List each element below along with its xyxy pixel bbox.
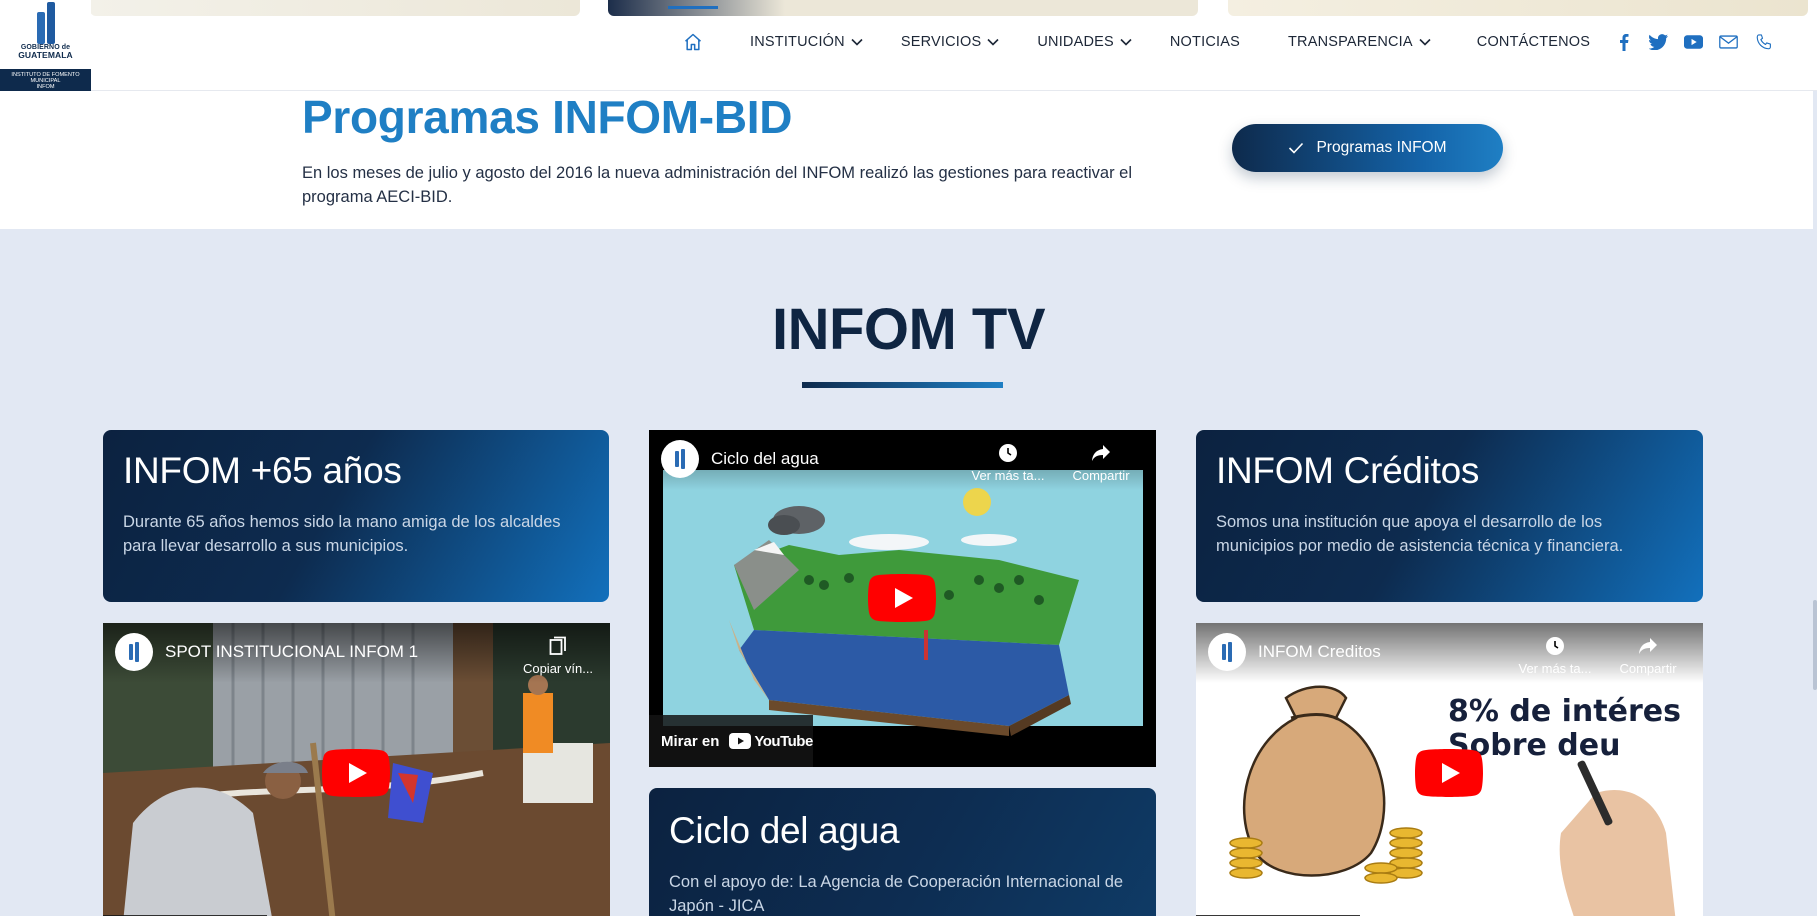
nav-item-label: TRANSPARENCIA [1287, 34, 1413, 50]
programs-infom-button[interactable]: Programas INFOM [1232, 124, 1503, 172]
site-header: GOBIERNO de GUATEMALA INSTITUTO DE FOMEN… [0, 0, 1817, 91]
overlay-line-1: 8% de intéres [1448, 694, 1681, 729]
programs-description: En los meses de julio y agosto del 2016 … [302, 164, 1133, 206]
card-text: Durante 65 años hemos sido la mano amiga… [123, 513, 561, 555]
watch-later-button[interactable]: Ver más ta... [1515, 635, 1595, 676]
mail-icon[interactable] [1711, 30, 1746, 54]
watch-later-button[interactable]: Ver más ta... [968, 442, 1048, 483]
chevron-down-icon [1120, 38, 1132, 46]
nav-item-label: NOTICIAS [1169, 34, 1240, 50]
scrollbar-thumb[interactable] [1813, 600, 1817, 690]
logo-line-2: GUATEMALA [18, 50, 73, 60]
clock-icon [1515, 635, 1595, 657]
logo-band: INSTITUTO DE FOMENTO MUNICIPAL INFOM [0, 69, 91, 91]
play-button-icon[interactable] [1415, 749, 1483, 797]
nav-item-label: UNIDADES [1037, 34, 1114, 50]
page-scrollbar[interactable] [1813, 0, 1817, 916]
check-icon [1288, 142, 1304, 154]
twitter-icon[interactable] [1641, 30, 1676, 54]
play-button-icon[interactable] [868, 574, 936, 622]
phone-icon[interactable] [1746, 30, 1781, 54]
copy-link-label: Copiar vín... [522, 661, 594, 676]
card-infom-65: INFOM +65 años Durante 65 años hemos sid… [103, 430, 609, 602]
watch-on-label: Mirar en [661, 732, 720, 750]
youtube-label: YouTube [754, 732, 813, 750]
programs-title: Programas INFOM-BID [302, 91, 793, 143]
card-title: Ciclo del agua [669, 810, 900, 851]
card-text: Somos una institución que apoya el desar… [1216, 513, 1624, 555]
nav-item-unidades[interactable]: UNIDADES [1037, 34, 1132, 50]
share-button[interactable]: Compartir [1061, 442, 1141, 483]
chevron-down-icon [1419, 38, 1431, 46]
chevron-down-icon [987, 38, 999, 46]
watch-later-label: Ver más ta... [971, 468, 1045, 483]
copy-link-button[interactable]: Copiar vín... [508, 635, 608, 676]
facebook-icon[interactable] [1606, 30, 1641, 54]
header-slide-strip [90, 0, 580, 16]
infom-tv-underline [802, 382, 1003, 388]
video-title[interactable]: SPOT INSTITUCIONAL INFOM 1 [165, 642, 418, 662]
nav-home[interactable] [668, 0, 718, 84]
card-ciclo-agua: Ciclo del agua Con el apoyo de: La Agenc… [649, 788, 1156, 916]
share-button[interactable]: Compartir [1608, 635, 1688, 676]
share-label: Compartir [1072, 468, 1130, 483]
channel-avatar[interactable] [115, 633, 153, 671]
share-label: Compartir [1619, 661, 1677, 676]
site-logo[interactable]: GOBIERNO de GUATEMALA INSTITUTO DE FOMEN… [0, 0, 91, 91]
share-icon [1608, 635, 1688, 657]
youtube-icon[interactable] [1676, 30, 1711, 54]
nav-item-label: SERVICIOS [900, 34, 982, 50]
share-icon [1061, 442, 1141, 464]
programs-intro: Programas INFOM-BID En los meses de juli… [0, 91, 1817, 229]
infom-tv-title: INFOM TV [771, 297, 1046, 362]
video-title[interactable]: Ciclo del agua [711, 449, 819, 469]
nav-item-institucion[interactable]: INSTITUCIÓN [750, 34, 863, 50]
programs-infom-button-label: Programas INFOM [1316, 139, 1447, 156]
play-button-icon[interactable] [322, 749, 390, 797]
video-title[interactable]: INFOM Creditos [1258, 642, 1381, 662]
social-links [1606, 30, 1781, 54]
video-infom-creditos[interactable]: 8% de intéres Sobre deu INFOM Creditos V… [1196, 623, 1703, 916]
logo-line-4: INFOM [36, 84, 55, 90]
card-title: INFOM +65 años [123, 450, 402, 491]
card-text: Con el apoyo de: La Agencia de Cooperaci… [669, 873, 1124, 915]
nav-item-label: INSTITUCIÓN [750, 34, 845, 50]
nav-item-noticias[interactable]: NOTICIAS [1170, 34, 1240, 50]
channel-avatar[interactable] [1208, 633, 1246, 671]
card-title: INFOM Créditos [1216, 450, 1480, 491]
channel-avatar[interactable] [661, 440, 699, 478]
nav-item-contactenos[interactable]: CONTÁCTENOS [1477, 34, 1590, 50]
logo-line-3: INSTITUTO DE FOMENTO MUNICIPAL [11, 72, 80, 84]
chevron-down-icon [851, 38, 863, 46]
card-infom-creditos: INFOM Créditos Somos una institución que… [1196, 430, 1703, 602]
video-spot-institucional[interactable]: SPOT INSTITUCIONAL INFOM 1 Copiar vín... [103, 623, 610, 916]
video-ciclo-agua[interactable]: Ciclo del agua Ver más ta... Compartir M… [649, 430, 1156, 767]
watch-on-youtube-button[interactable]: Mirar en YouTube [649, 715, 813, 767]
main-nav: INSTITUCIÓN SERVICIOS UNIDADES NOTICIAS … [668, 0, 1590, 84]
nav-item-transparencia[interactable]: TRANSPARENCIA [1288, 34, 1431, 50]
nav-item-label: CONTÁCTENOS [1476, 34, 1591, 50]
watch-later-label: Ver más ta... [1518, 661, 1592, 676]
clock-icon [968, 442, 1048, 464]
home-icon [685, 33, 701, 51]
logo-mark-icon [31, 2, 61, 44]
youtube-logo-icon: YouTube [729, 732, 813, 750]
nav-item-servicios[interactable]: SERVICIOS [901, 34, 1000, 50]
copy-icon [508, 635, 608, 657]
